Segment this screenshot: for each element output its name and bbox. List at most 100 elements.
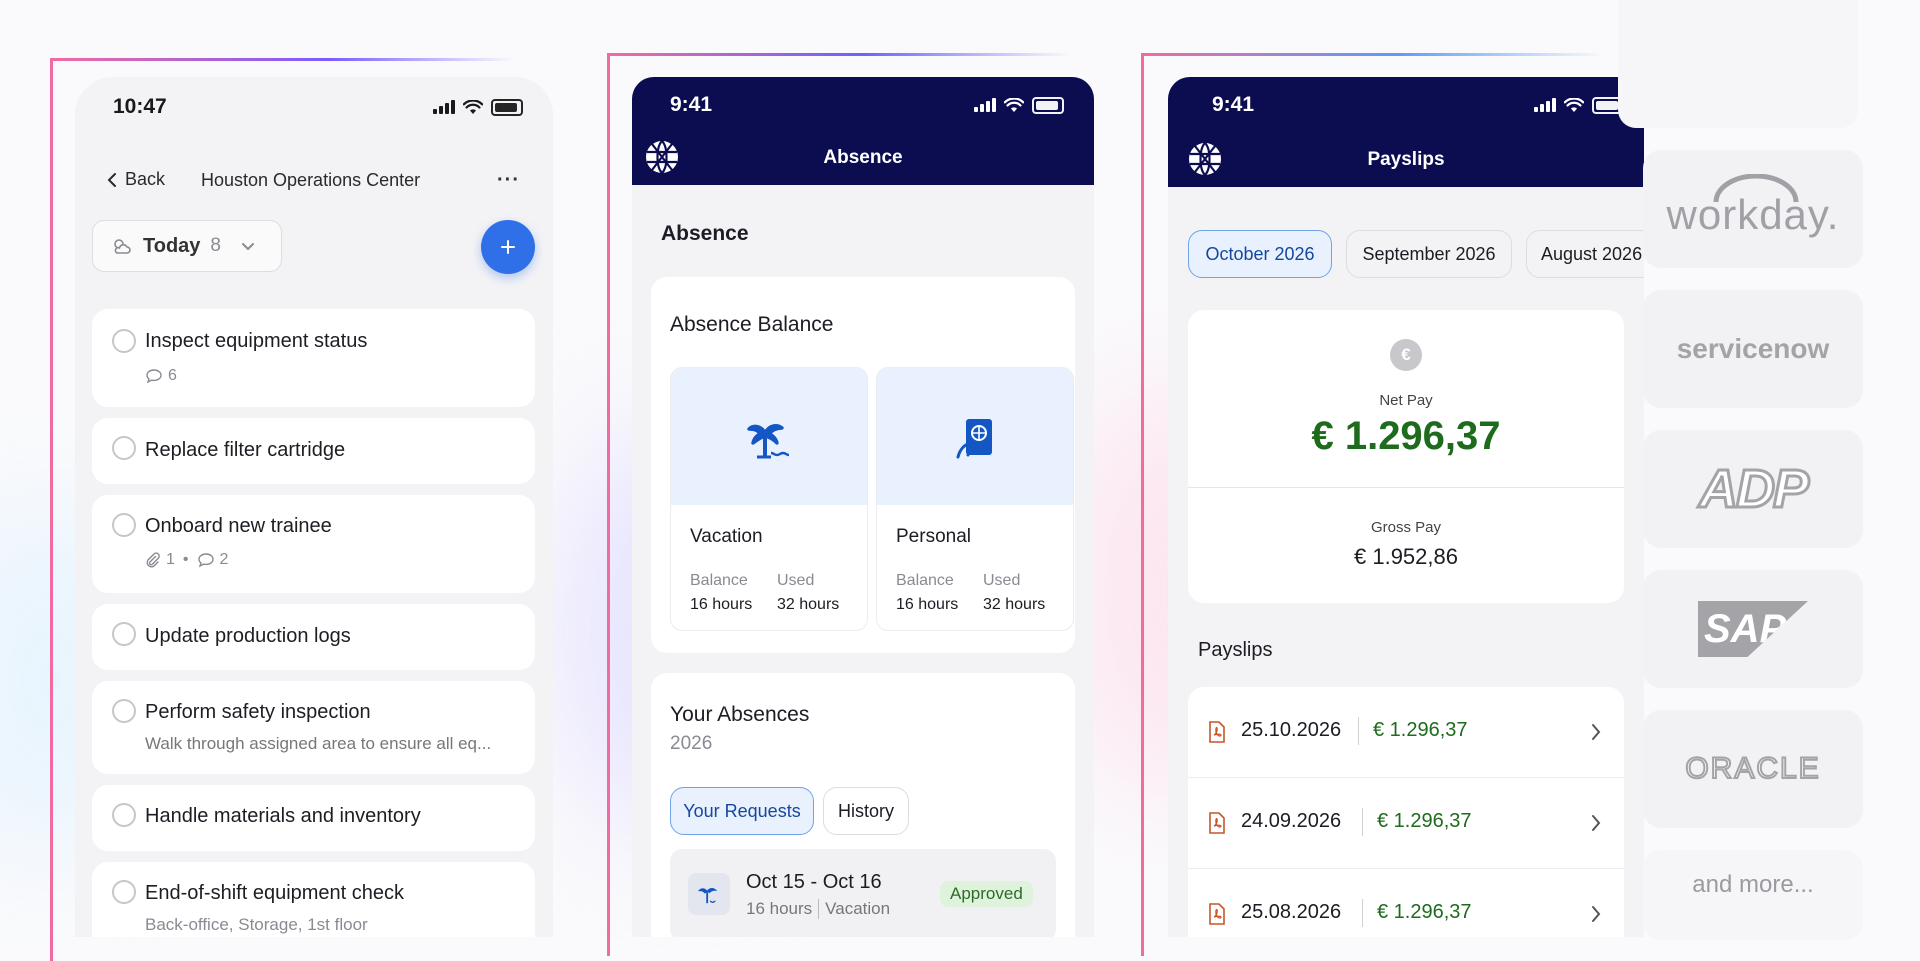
month-tab-october[interactable]: October 2026 bbox=[1188, 230, 1332, 278]
header-title: Absence bbox=[823, 147, 903, 168]
tasks-phone: 10:47 Back Houston Operations Center ···… bbox=[75, 77, 553, 937]
month-tab-august[interactable]: August 2026 bbox=[1526, 230, 1644, 278]
payslips-header: 9:41 Payslips bbox=[1168, 77, 1644, 187]
status-icons bbox=[433, 98, 523, 116]
gross-pay-label: Gross Pay bbox=[1370, 519, 1442, 536]
absence-phone: 9:41 Absence Absence Absence Balance Vac… bbox=[632, 77, 1094, 937]
signal-icon bbox=[433, 100, 455, 114]
servicenow-logo: servicenow bbox=[1643, 290, 1863, 408]
palm-tree-icon bbox=[698, 888, 718, 904]
absences-title: Your Absences bbox=[670, 703, 810, 726]
chevron-down-icon bbox=[242, 242, 254, 250]
personal-used-value: 32 hours bbox=[983, 596, 1046, 613]
sap-logo: SAP bbox=[1643, 570, 1863, 688]
payslip-amount: € 1.296,37 bbox=[1373, 719, 1468, 741]
wifi-icon bbox=[463, 99, 483, 114]
status-time: 10:47 bbox=[113, 95, 167, 118]
payslip-row[interactable]: 24.09.2026 € 1.296,37 bbox=[1188, 778, 1624, 869]
tab-your-requests[interactable]: Your Requests bbox=[670, 787, 814, 835]
month-tab-september[interactable]: September 2026 bbox=[1346, 230, 1512, 278]
request-type: Vacation bbox=[825, 899, 891, 918]
balance-personal[interactable]: Personal Balance 16 hours Used 32 hours bbox=[876, 367, 1074, 631]
attachment-count: 1 bbox=[166, 551, 175, 568]
chevron-right-icon bbox=[1592, 724, 1601, 740]
task-item[interactable]: End-of-shift equipment check Back-office… bbox=[92, 862, 535, 937]
payslip-date: 25.08.2026 bbox=[1241, 901, 1342, 923]
task-meta: 6 bbox=[145, 367, 177, 385]
comment-icon bbox=[197, 553, 214, 568]
personal-name: Personal bbox=[896, 526, 971, 547]
payslip-amount: € 1.296,37 bbox=[1377, 901, 1472, 923]
vacation-balance-value: 16 hours bbox=[690, 596, 753, 613]
chevron-right-icon bbox=[1592, 815, 1601, 831]
pay-summary-card: € Net Pay € 1.296,37 Gross Pay € 1.952,8… bbox=[1188, 310, 1624, 603]
task-checkbox[interactable] bbox=[112, 880, 136, 904]
tab-history[interactable]: History bbox=[823, 787, 909, 835]
absence-request-row[interactable]: Oct 15 - Oct 16 16 hours Vacation Approv… bbox=[670, 849, 1056, 937]
balance-vacation[interactable]: Vacation Balance 16 hours Used 32 hours bbox=[670, 367, 868, 631]
task-checkbox[interactable] bbox=[112, 436, 136, 460]
signal-icon bbox=[1534, 98, 1556, 112]
task-item[interactable]: Inspect equipment status 6 bbox=[92, 309, 535, 407]
oracle-text: ORACLE bbox=[1684, 751, 1821, 786]
task-item[interactable]: Update production logs bbox=[92, 604, 535, 670]
pdf-file-icon bbox=[1209, 812, 1225, 834]
payslip-divider bbox=[1358, 717, 1359, 745]
euro-icon: € bbox=[1390, 339, 1422, 371]
task-item[interactable]: Replace filter cartridge bbox=[92, 418, 535, 484]
payslip-row[interactable]: 25.10.2026 € 1.296,37 bbox=[1188, 687, 1624, 778]
status-time: 9:41 bbox=[1212, 93, 1255, 116]
oracle-logo: ORACLE bbox=[1643, 710, 1863, 828]
request-dates: Oct 15 - Oct 16 bbox=[746, 871, 882, 893]
adp-text: ADP bbox=[1697, 458, 1810, 521]
task-title: Replace filter cartridge bbox=[145, 439, 346, 461]
more-integrations[interactable]: and more... bbox=[1643, 850, 1863, 940]
task-item[interactable]: Perform safety inspection Walk through a… bbox=[92, 681, 535, 774]
task-checkbox[interactable] bbox=[112, 699, 136, 723]
payslip-divider bbox=[1362, 808, 1363, 836]
header-title: Payslips bbox=[1367, 149, 1445, 170]
vacation-used-label: Used bbox=[777, 572, 815, 589]
vacation-illustration bbox=[671, 368, 867, 505]
status-badge: Approved bbox=[940, 881, 1033, 907]
task-checkbox[interactable] bbox=[112, 622, 136, 646]
back-button[interactable]: Back bbox=[107, 169, 165, 190]
task-item[interactable]: Onboard new trainee 1 • 2 bbox=[92, 495, 535, 593]
task-item[interactable]: Handle materials and inventory bbox=[92, 785, 535, 851]
meta-separator: • bbox=[182, 551, 189, 568]
task-subtitle: Walk through assigned area to ensure all… bbox=[145, 734, 492, 753]
servicenow-text: servicenow bbox=[1676, 333, 1830, 364]
today-filter[interactable]: Today 8 bbox=[92, 220, 282, 272]
request-type-badge bbox=[688, 873, 730, 915]
plus-icon bbox=[501, 240, 515, 254]
payslip-row[interactable]: 25.08.2026 € 1.296,37 bbox=[1188, 869, 1624, 937]
task-checkbox[interactable] bbox=[112, 803, 136, 827]
status-icons bbox=[1534, 96, 1624, 114]
comment-icon bbox=[146, 369, 162, 384]
signal-icon bbox=[974, 98, 996, 112]
balance-title: Absence Balance bbox=[670, 313, 834, 336]
section-title: Absence bbox=[661, 222, 749, 245]
task-checkbox[interactable] bbox=[112, 329, 136, 353]
adp-logo: ADP bbox=[1643, 430, 1863, 548]
sap-badge: SAP bbox=[1698, 601, 1808, 657]
add-task-button[interactable] bbox=[481, 220, 535, 274]
request-hours: 16 hours bbox=[746, 899, 820, 919]
net-pay-label: Net Pay bbox=[1379, 392, 1433, 409]
vacation-used-value: 32 hours bbox=[777, 596, 840, 613]
workday-logo: workday. bbox=[1643, 150, 1863, 268]
pdf-file-icon bbox=[1209, 721, 1225, 743]
chevron-left-icon bbox=[107, 172, 116, 187]
more-options-icon[interactable]: ··· bbox=[497, 169, 520, 192]
comment-count: 2 bbox=[219, 551, 229, 568]
payslip-date: 24.09.2026 bbox=[1241, 810, 1342, 832]
personal-illustration bbox=[877, 368, 1073, 505]
personal-balance-value: 16 hours bbox=[896, 596, 959, 613]
task-subtitle: Back-office, Storage, 1st floor bbox=[145, 915, 368, 934]
task-checkbox[interactable] bbox=[112, 513, 136, 537]
task-title: Perform safety inspection bbox=[145, 701, 371, 723]
payslips-list-title: Payslips bbox=[1198, 639, 1273, 661]
gross-pay-value: € 1.952,86 bbox=[1354, 544, 1458, 569]
wifi-icon bbox=[1004, 97, 1024, 112]
absence-header: 9:41 Absence bbox=[632, 77, 1094, 185]
